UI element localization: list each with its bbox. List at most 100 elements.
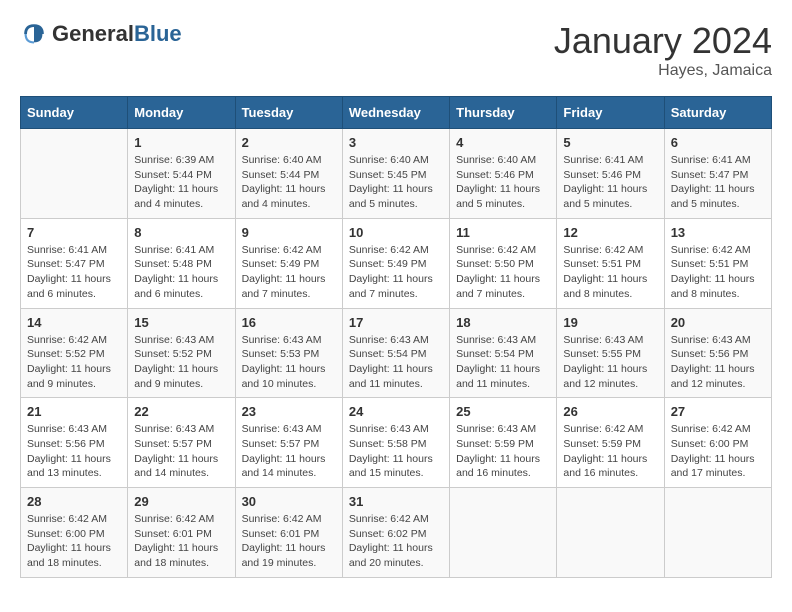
calendar-cell: 1 Sunrise: 6:39 AMSunset: 5:44 PMDaylight… — [128, 129, 235, 219]
calendar-cell: 22 Sunrise: 6:43 AMSunset: 5:57 PMDayligh… — [128, 398, 235, 488]
calendar-cell: 15Sunrise: 6:43 AMSunset: 5:52 PMDayligh… — [128, 308, 235, 398]
calendar-cell: 6Sunrise: 6:41 AMSunset: 5:47 PMDaylight… — [664, 129, 771, 219]
calendar-cell: 26Sunrise: 6:42 AMSunset: 5:59 PMDayligh… — [557, 398, 664, 488]
day-number: 30 — [242, 494, 336, 509]
day-number: 14 — [27, 315, 121, 330]
day-number: 16 — [242, 315, 336, 330]
calendar-week-row: 21 Sunrise: 6:43 AMSunset: 5:56 PMDayligh… — [21, 398, 772, 488]
calendar-week-row: 14 Sunrise: 6:42 AMSunset: 5:52 PMDayligh… — [21, 308, 772, 398]
location: Hayes, Jamaica — [554, 62, 772, 80]
day-number: 22 — [134, 404, 228, 419]
day-number: 5 — [563, 135, 657, 150]
weekday-header: Monday — [128, 97, 235, 129]
calendar-cell: 9Sunrise: 6:42 AMSunset: 5:49 PMDaylight… — [235, 218, 342, 308]
calendar-cell: 3 Sunrise: 6:40 AMSunset: 5:45 PMDaylight… — [342, 129, 449, 219]
calendar-cell: 28 Sunrise: 6:42 AMSunset: 6:00 PMDayligh… — [21, 488, 128, 578]
calendar-cell — [557, 488, 664, 578]
calendar-cell: 12Sunrise: 6:42 AMSunset: 5:51 PMDayligh… — [557, 218, 664, 308]
calendar-cell: 24 Sunrise: 6:43 AMSunset: 5:58 PMDayligh… — [342, 398, 449, 488]
day-number: 24 — [349, 404, 443, 419]
day-number: 2 — [242, 135, 336, 150]
logo-icon — [20, 20, 48, 48]
calendar-cell: 13Sunrise: 6:42 AMSunset: 5:51 PMDayligh… — [664, 218, 771, 308]
weekday-header: Thursday — [450, 97, 557, 129]
day-info: Sunrise: 6:40 AMSunset: 5:45 PMDaylight:… — [349, 153, 443, 212]
day-info: Sunrise: 6:41 AMSunset: 5:47 PMDaylight:… — [671, 153, 765, 212]
month-title: January 2024 — [554, 20, 772, 62]
calendar-cell — [664, 488, 771, 578]
day-info: Sunrise: 6:42 AMSunset: 5:59 PMDaylight:… — [563, 422, 657, 481]
day-number: 1 — [134, 135, 228, 150]
calendar-cell: 25 Sunrise: 6:43 AMSunset: 5:59 PMDayligh… — [450, 398, 557, 488]
day-info: Sunrise: 6:43 AMSunset: 5:57 PMDaylight:… — [242, 422, 336, 481]
day-info: Sunrise: 6:43 AMSunset: 5:52 PMDaylight:… — [134, 333, 228, 392]
weekday-header-row: SundayMondayTuesdayWednesdayThursdayFrid… — [21, 97, 772, 129]
page-header: GeneralBlue January 2024 Hayes, Jamaica — [20, 20, 772, 80]
weekday-header: Friday — [557, 97, 664, 129]
calendar-cell: 20 Sunrise: 6:43 AMSunset: 5:56 PMDayligh… — [664, 308, 771, 398]
day-number: 20 — [671, 315, 765, 330]
day-info: Sunrise: 6:43 AMSunset: 5:54 PMDaylight:… — [456, 333, 550, 392]
day-number: 25 — [456, 404, 550, 419]
calendar-cell: 16 Sunrise: 6:43 AMSunset: 5:53 PMDayligh… — [235, 308, 342, 398]
calendar-cell: 2 Sunrise: 6:40 AMSunset: 5:44 PMDaylight… — [235, 129, 342, 219]
calendar-week-row: 1 Sunrise: 6:39 AMSunset: 5:44 PMDaylight… — [21, 129, 772, 219]
day-info: Sunrise: 6:43 AMSunset: 5:56 PMDaylight:… — [27, 422, 121, 481]
calendar-week-row: 7 Sunrise: 6:41 AMSunset: 5:47 PMDaylight… — [21, 218, 772, 308]
calendar-cell: 18 Sunrise: 6:43 AMSunset: 5:54 PMDayligh… — [450, 308, 557, 398]
day-info: Sunrise: 6:41 AMSunset: 5:47 PMDaylight:… — [27, 243, 121, 302]
day-info: Sunrise: 6:42 AMSunset: 5:51 PMDaylight:… — [671, 243, 765, 302]
day-info: Sunrise: 6:43 AMSunset: 5:53 PMDaylight:… — [242, 333, 336, 392]
calendar-cell: 27 Sunrise: 6:42 AMSunset: 6:00 PMDayligh… — [664, 398, 771, 488]
calendar-cell: 14 Sunrise: 6:42 AMSunset: 5:52 PMDayligh… — [21, 308, 128, 398]
weekday-header: Sunday — [21, 97, 128, 129]
calendar-cell: 31Sunrise: 6:42 AMSunset: 6:02 PMDayligh… — [342, 488, 449, 578]
day-info: Sunrise: 6:42 AMSunset: 6:01 PMDaylight:… — [242, 512, 336, 571]
day-number: 7 — [27, 225, 121, 240]
day-info: Sunrise: 6:42 AMSunset: 5:49 PMDaylight:… — [349, 243, 443, 302]
calendar-cell — [21, 129, 128, 219]
day-info: Sunrise: 6:42 AMSunset: 6:02 PMDaylight:… — [349, 512, 443, 571]
calendar-cell: 29Sunrise: 6:42 AMSunset: 6:01 PMDayligh… — [128, 488, 235, 578]
day-info: Sunrise: 6:42 AMSunset: 5:52 PMDaylight:… — [27, 333, 121, 392]
day-number: 12 — [563, 225, 657, 240]
calendar-cell: 21 Sunrise: 6:43 AMSunset: 5:56 PMDayligh… — [21, 398, 128, 488]
day-info: Sunrise: 6:40 AMSunset: 5:46 PMDaylight:… — [456, 153, 550, 212]
calendar-cell: 17Sunrise: 6:43 AMSunset: 5:54 PMDayligh… — [342, 308, 449, 398]
day-number: 27 — [671, 404, 765, 419]
day-number: 17 — [349, 315, 443, 330]
day-info: Sunrise: 6:43 AMSunset: 5:57 PMDaylight:… — [134, 422, 228, 481]
calendar-cell: 4 Sunrise: 6:40 AMSunset: 5:46 PMDaylight… — [450, 129, 557, 219]
calendar-cell: 7 Sunrise: 6:41 AMSunset: 5:47 PMDaylight… — [21, 218, 128, 308]
day-info: Sunrise: 6:42 AMSunset: 5:50 PMDaylight:… — [456, 243, 550, 302]
day-info: Sunrise: 6:43 AMSunset: 5:56 PMDaylight:… — [671, 333, 765, 392]
day-info: Sunrise: 6:43 AMSunset: 5:59 PMDaylight:… — [456, 422, 550, 481]
calendar-cell: 10 Sunrise: 6:42 AMSunset: 5:49 PMDayligh… — [342, 218, 449, 308]
day-number: 3 — [349, 135, 443, 150]
day-info: Sunrise: 6:42 AMSunset: 6:00 PMDaylight:… — [671, 422, 765, 481]
calendar-cell: 19Sunrise: 6:43 AMSunset: 5:55 PMDayligh… — [557, 308, 664, 398]
day-number: 4 — [456, 135, 550, 150]
calendar-cell — [450, 488, 557, 578]
logo-text: GeneralBlue — [52, 21, 182, 47]
day-number: 21 — [27, 404, 121, 419]
calendar-table: SundayMondayTuesdayWednesdayThursdayFrid… — [20, 96, 772, 578]
day-info: Sunrise: 6:43 AMSunset: 5:58 PMDaylight:… — [349, 422, 443, 481]
calendar-cell: 11Sunrise: 6:42 AMSunset: 5:50 PMDayligh… — [450, 218, 557, 308]
day-info: Sunrise: 6:39 AMSunset: 5:44 PMDaylight:… — [134, 153, 228, 212]
day-number: 28 — [27, 494, 121, 509]
day-info: Sunrise: 6:41 AMSunset: 5:46 PMDaylight:… — [563, 153, 657, 212]
calendar-cell: 23Sunrise: 6:43 AMSunset: 5:57 PMDayligh… — [235, 398, 342, 488]
day-number: 8 — [134, 225, 228, 240]
day-info: Sunrise: 6:42 AMSunset: 5:49 PMDaylight:… — [242, 243, 336, 302]
calendar-cell: 5 Sunrise: 6:41 AMSunset: 5:46 PMDaylight… — [557, 129, 664, 219]
calendar-cell: 30 Sunrise: 6:42 AMSunset: 6:01 PMDayligh… — [235, 488, 342, 578]
day-number: 10 — [349, 225, 443, 240]
title-block: January 2024 Hayes, Jamaica — [554, 20, 772, 80]
weekday-header: Wednesday — [342, 97, 449, 129]
weekday-header: Saturday — [664, 97, 771, 129]
day-number: 18 — [456, 315, 550, 330]
day-info: Sunrise: 6:40 AMSunset: 5:44 PMDaylight:… — [242, 153, 336, 212]
day-info: Sunrise: 6:42 AMSunset: 6:01 PMDaylight:… — [134, 512, 228, 571]
day-info: Sunrise: 6:42 AMSunset: 6:00 PMDaylight:… — [27, 512, 121, 571]
